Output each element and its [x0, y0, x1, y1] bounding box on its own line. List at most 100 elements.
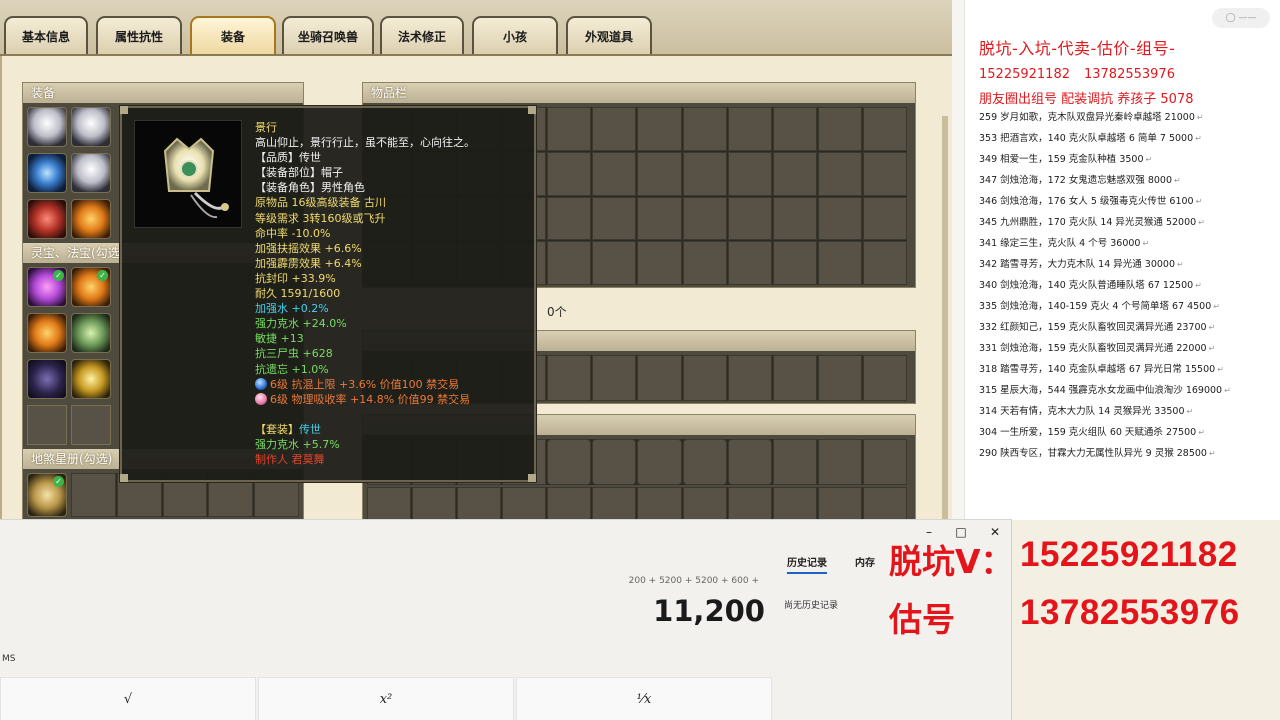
tab-attributes[interactable]: 属性抗性 — [96, 16, 182, 54]
grid-cell[interactable] — [547, 196, 592, 241]
equip-slot-robe[interactable] — [71, 153, 111, 193]
grid-cell[interactable] — [547, 241, 592, 285]
item-ring-icon[interactable] — [592, 439, 637, 485]
grid-cell[interactable] — [637, 355, 682, 401]
grid-cell[interactable] — [772, 487, 817, 521]
grid-cell[interactable] — [862, 241, 907, 285]
grid-cell[interactable] — [727, 241, 772, 285]
listing-row-text: 349 相爱一生，159 克金队种植 3500 — [979, 154, 1144, 165]
grid-cell[interactable] — [502, 487, 547, 521]
grid-cell[interactable] — [592, 355, 637, 401]
grid-cell[interactable] — [727, 487, 772, 521]
item-robe-icon[interactable] — [637, 439, 682, 485]
grid-cell[interactable] — [817, 355, 862, 401]
grid-cell[interactable] — [592, 241, 637, 285]
grid-cell[interactable] — [637, 151, 682, 196]
tab-memory[interactable]: 内存 — [855, 554, 875, 569]
grid-cell[interactable] — [727, 355, 772, 401]
treasure-slot-8[interactable] — [71, 405, 111, 445]
grid-cell[interactable] — [817, 439, 862, 485]
sqrt-key[interactable]: √ — [0, 677, 256, 720]
tab-children[interactable]: 小孩 — [472, 16, 558, 54]
star-book-slot-1[interactable]: ✓ — [27, 473, 67, 517]
grid-cell[interactable] — [637, 196, 682, 241]
reciprocal-key[interactable]: ¹⁄x — [516, 677, 772, 720]
treasure-slot-5[interactable] — [27, 359, 67, 399]
grid-cell[interactable] — [71, 473, 116, 517]
grid-cell[interactable] — [637, 487, 682, 521]
grid-cell[interactable] — [862, 439, 907, 485]
tab-mounts-summons[interactable]: 坐骑召唤兽 — [282, 16, 374, 54]
grid-cell[interactable] — [592, 487, 637, 521]
grid-cell[interactable] — [727, 151, 772, 196]
grid-cell[interactable] — [367, 487, 412, 521]
grid-cell[interactable] — [547, 151, 592, 196]
treasure-slot-2[interactable]: ✓ — [71, 267, 111, 307]
grid-cell[interactable] — [592, 151, 637, 196]
tab-basic-info[interactable]: 基本信息 — [4, 16, 88, 54]
equip-slot-weapon[interactable] — [27, 153, 67, 193]
grid-cell[interactable] — [637, 241, 682, 285]
inventory-count: 0个 — [547, 305, 567, 319]
tab-spell-modifiers[interactable]: 法术修正 — [380, 16, 464, 54]
grid-cell[interactable] — [682, 151, 727, 196]
grid-cell[interactable] — [637, 107, 682, 151]
treasure-slot-1[interactable]: ✓ — [27, 267, 67, 307]
treasure-slot-7[interactable] — [27, 405, 67, 445]
grid-cell[interactable] — [682, 107, 727, 151]
paragraph-mark-icon: ↵ — [1142, 239, 1150, 248]
grid-cell[interactable] — [547, 355, 592, 401]
treasure-slot-6[interactable] — [71, 359, 111, 399]
pink-gem-icon — [255, 392, 267, 405]
game-scrollbar[interactable] — [942, 116, 948, 576]
overlay-label-contact: 脱坑V： — [889, 542, 1014, 581]
grid-cell[interactable] — [772, 196, 817, 241]
square-key[interactable]: x² — [258, 677, 514, 720]
tooltip-line-text: 【品质】传世 — [255, 151, 321, 165]
grid-cell[interactable] — [862, 196, 907, 241]
item-weapon-icon[interactable] — [727, 439, 772, 485]
equip-slot-necklace[interactable] — [27, 199, 67, 239]
grid-cell[interactable] — [592, 196, 637, 241]
grid-cell[interactable] — [862, 151, 907, 196]
grid-cell[interactable] — [682, 355, 727, 401]
grid-cell[interactable] — [862, 487, 907, 521]
treasure-slot-3[interactable] — [27, 313, 67, 353]
grid-cell[interactable] — [817, 487, 862, 521]
equip-slot-armor[interactable] — [27, 107, 67, 147]
paragraph-mark-icon: ↵ — [1195, 197, 1203, 206]
tooltip-line-text: 强力克水 +5.7% — [255, 437, 340, 451]
memory-store-button[interactable]: MS — [2, 654, 15, 664]
tooltip-line-suffix: 传世 — [299, 422, 321, 436]
item-pendant-icon[interactable] — [682, 439, 727, 485]
grid-cell[interactable] — [727, 196, 772, 241]
item-hat-icon[interactable] — [547, 439, 592, 485]
grid-cell[interactable] — [412, 487, 457, 521]
grid-cell[interactable] — [682, 196, 727, 241]
grid-cell[interactable] — [817, 196, 862, 241]
tab-appearance-items[interactable]: 外观道具 — [566, 16, 652, 54]
grid-cell[interactable] — [862, 355, 907, 401]
tab-history[interactable]: 历史记录 — [787, 554, 827, 574]
grid-cell[interactable] — [592, 107, 637, 151]
grid-cell[interactable] — [772, 241, 817, 285]
listing-row-text: 318 踏雪寻芳，140 克金队卓越塔 67 异光日常 15500 — [979, 364, 1216, 375]
grid-cell[interactable] — [682, 487, 727, 521]
grid-cell[interactable] — [817, 107, 862, 151]
equip-slot-hat[interactable] — [71, 107, 111, 147]
grid-cell[interactable] — [727, 107, 772, 151]
grid-cell[interactable] — [817, 151, 862, 196]
grid-cell[interactable] — [772, 439, 817, 485]
treasure-slot-4[interactable] — [71, 313, 111, 353]
grid-cell[interactable] — [772, 151, 817, 196]
grid-cell[interactable] — [547, 487, 592, 521]
grid-cell[interactable] — [457, 487, 502, 521]
grid-cell[interactable] — [772, 355, 817, 401]
grid-cell[interactable] — [817, 241, 862, 285]
grid-cell[interactable] — [772, 107, 817, 151]
grid-cell[interactable] — [682, 241, 727, 285]
tab-equipment[interactable]: 装备 — [190, 16, 276, 54]
grid-cell[interactable] — [547, 107, 592, 151]
equip-slot-boots[interactable] — [71, 199, 111, 239]
grid-cell[interactable] — [862, 107, 907, 151]
